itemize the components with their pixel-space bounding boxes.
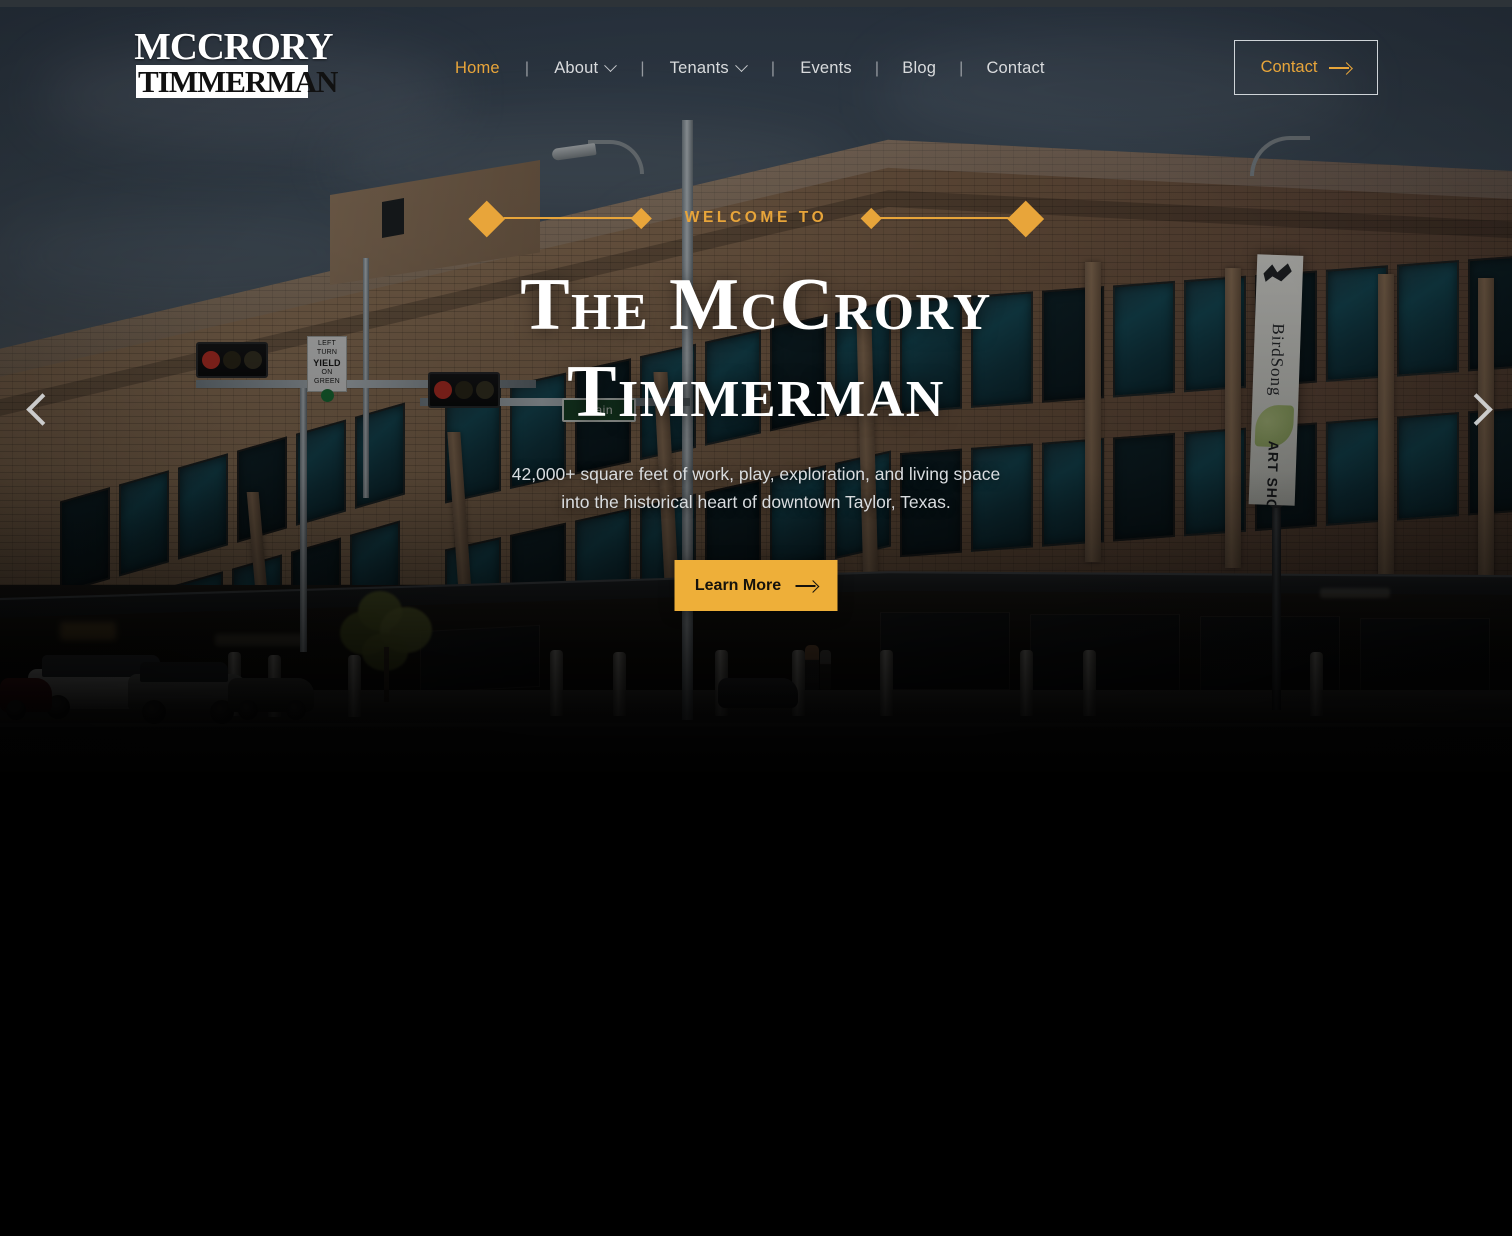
hero-eyebrow-row: WELCOME TO [468, 200, 1044, 238]
nav-separator: | [524, 59, 530, 77]
contact-cta-label: Contact [1260, 58, 1318, 76]
nav-label-events: Events [800, 59, 852, 77]
browser-chrome-strip [0, 0, 1512, 7]
page-root: BirdSong ART SHOW [0, 0, 1512, 1236]
contact-cta-button[interactable]: Contact [1234, 40, 1378, 95]
nav-item-tenants[interactable]: Tenants [669, 57, 748, 80]
site-logo[interactable]: MCCRORY TIMMERMAN [134, 26, 338, 99]
ornament-right [853, 200, 1044, 238]
hero-subtitle-line-2: into the historical heart of downtown Ta… [561, 492, 951, 513]
nav-label-blog: Blog [902, 59, 937, 77]
carousel-prev-icon[interactable] [24, 392, 58, 426]
hero-subtitle: 42,000+ square feet of work, play, explo… [0, 460, 1512, 517]
hero-section: BirdSong ART SHOW [0, 0, 1512, 812]
arrow-right-icon [1329, 63, 1351, 73]
hero-title-line-1: The McCrory [520, 264, 992, 346]
nav-item-about[interactable]: About [554, 57, 618, 80]
carousel-next-icon[interactable] [1458, 392, 1492, 426]
nav-label-contact: Contact [986, 59, 1045, 77]
nav-separator: | [959, 59, 964, 77]
chevron-down-icon [735, 59, 748, 73]
nav-item-blog[interactable]: Blog [902, 57, 936, 80]
quick-stats-section: QUICK STATS 42,000+ SQUARE FEET 30+ TENA… [0, 812, 1512, 1236]
hero-subtitle-line-1: 42,000+ square feet of work, play, explo… [511, 464, 1001, 484]
hero-title-line-2: Timmerman [567, 351, 945, 434]
nav-separator: | [770, 59, 776, 77]
page-title: The McCrory Timmerman [0, 262, 1512, 437]
nav-label-about: About [554, 59, 599, 77]
ornament-left [468, 200, 659, 238]
nav-item-home[interactable]: Home [455, 57, 500, 80]
nav-item-events[interactable]: Events [800, 57, 852, 80]
nav-separator: | [874, 59, 880, 77]
nav-label-home: Home [455, 59, 500, 77]
chevron-down-icon [604, 59, 618, 73]
logo-line-2: TIMMERMAN [136, 63, 338, 99]
nav-separator: | [640, 59, 645, 77]
learn-more-label: Learn More [694, 576, 782, 594]
logo-line-1: MCCRORY [134, 26, 333, 69]
arrow-right-icon [795, 581, 817, 591]
nav-item-contact[interactable]: Contact [986, 57, 1044, 80]
learn-more-button[interactable]: Learn More [674, 560, 838, 611]
main-navigation: MCCRORY TIMMERMAN Home | About | Tenants… [0, 7, 1512, 112]
hero-content: WELCOME TO The McCrory Timmerman 42,000+… [0, 0, 1512, 812]
nav-label-tenants: Tenants [669, 59, 729, 77]
hero-eyebrow: WELCOME TO [684, 209, 828, 226]
nav-links: Home | About | Tenants | Events | Blog |… [455, 57, 1045, 80]
